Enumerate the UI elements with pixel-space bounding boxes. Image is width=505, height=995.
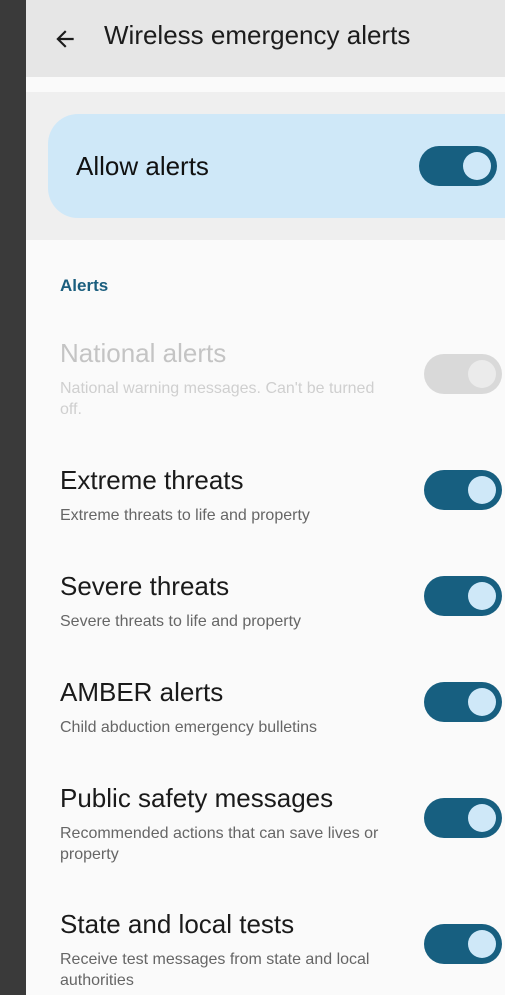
toggle-knob xyxy=(468,360,496,388)
toggle-knob xyxy=(468,582,496,610)
severe-threats-toggle[interactable] xyxy=(424,576,502,616)
toggle-knob xyxy=(468,930,496,958)
toggle-knob xyxy=(468,804,496,832)
allow-alerts-label: Allow alerts xyxy=(76,151,209,181)
setting-subtitle: Extreme threats to life and property xyxy=(60,507,310,524)
national-alerts-toggle xyxy=(424,354,502,394)
toggle-knob xyxy=(468,688,496,716)
setting-subtitle: Child abduction emergency bulletins xyxy=(60,719,318,736)
setting-title: Public safety messages xyxy=(60,783,334,813)
arrow-left-icon xyxy=(56,30,74,48)
allow-alerts-toggle[interactable] xyxy=(419,146,497,186)
setting-title: State and local tests xyxy=(60,909,295,939)
section-header-alerts: Alerts xyxy=(60,276,109,295)
app-bar: Wireless emergency alerts xyxy=(26,0,505,77)
amber-alerts-toggle[interactable] xyxy=(424,682,502,722)
setting-title: Severe threats xyxy=(60,571,230,601)
extreme-threats-toggle[interactable] xyxy=(424,470,502,510)
setting-title: National alerts xyxy=(60,338,227,368)
back-button[interactable] xyxy=(48,22,82,56)
public-safety-toggle[interactable] xyxy=(424,798,502,838)
setting-subtitle: National warning messages. Can't be turn… xyxy=(60,380,375,418)
state-local-tests-toggle[interactable] xyxy=(424,924,502,964)
setting-subtitle: Recommended actions that can save lives … xyxy=(60,825,379,863)
setting-title: Extreme threats xyxy=(60,465,244,495)
settings-screen: Wireless emergency alerts Allow alerts A… xyxy=(26,0,505,995)
toggle-knob xyxy=(468,476,496,504)
allow-alerts-card[interactable]: Allow alerts xyxy=(48,114,505,218)
setting-subtitle: Receive test messages from state and loc… xyxy=(60,951,370,989)
setting-subtitle: Severe threats to life and property xyxy=(60,613,302,630)
toggle-knob xyxy=(463,152,491,180)
page-title: Wireless emergency alerts xyxy=(104,20,411,50)
setting-title: AMBER alerts xyxy=(60,677,224,707)
